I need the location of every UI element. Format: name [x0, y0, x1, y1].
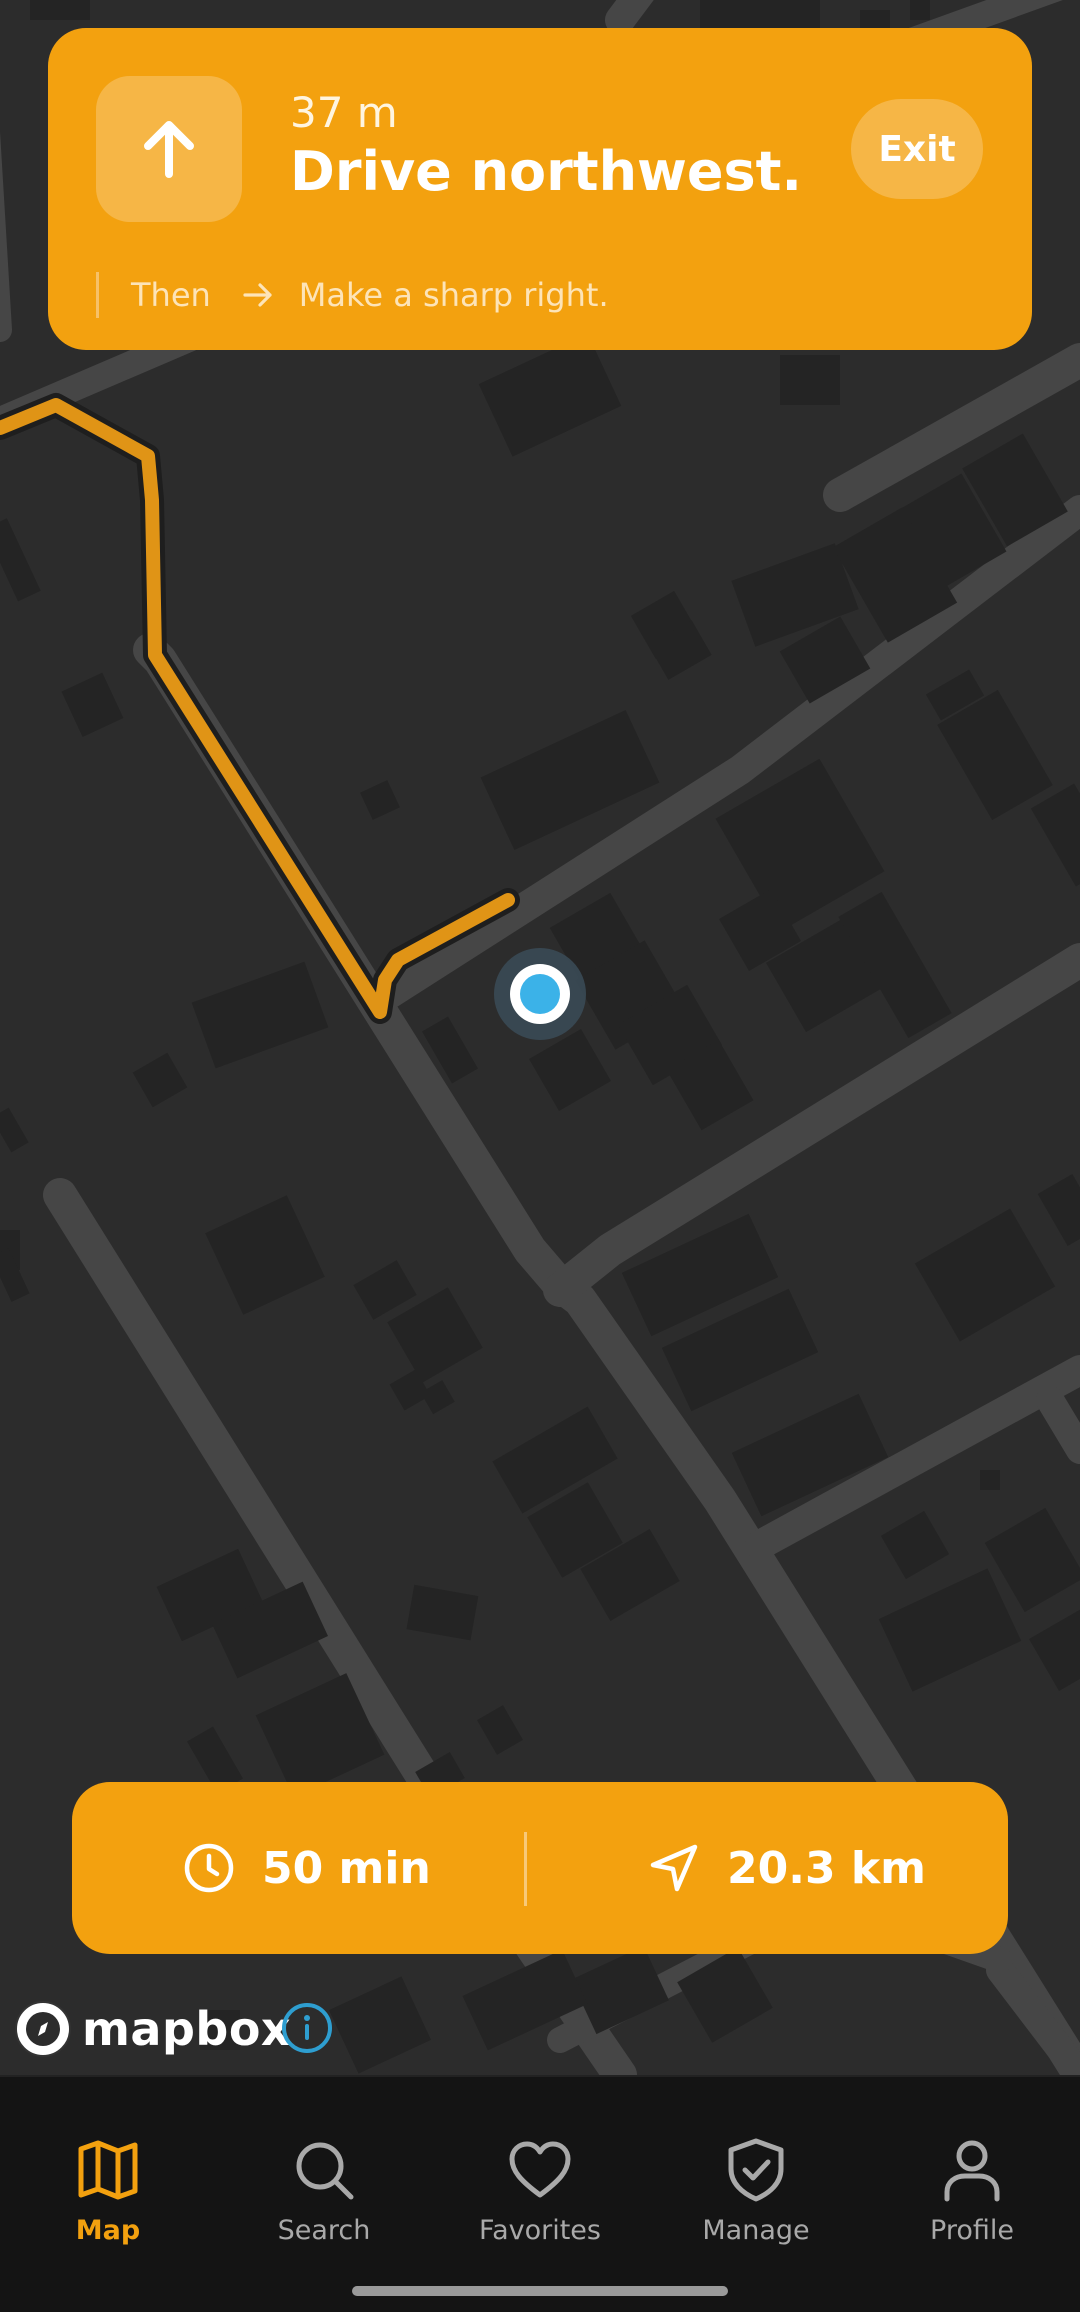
- turn-instruction-card: 37 m Drive northwest. Exit Then Make a s…: [48, 28, 1032, 350]
- next-instruction: Make a sharp right.: [298, 276, 609, 314]
- then-divider: [96, 272, 99, 318]
- trip-summary-card: 50 min 20.3 km: [72, 1782, 1008, 1954]
- arrow-up-icon: [144, 121, 194, 178]
- trip-distance-value: 20.3 km: [727, 1842, 926, 1894]
- stats-divider: [524, 1832, 527, 1906]
- then-label: Then: [131, 276, 211, 314]
- mapbox-logo: mapbox: [14, 2000, 291, 2058]
- home-indicator[interactable]: [352, 2286, 728, 2296]
- trip-duration-value: 50 min: [262, 1842, 431, 1894]
- navigation-screen: 37 m Drive northwest. Exit Then Make a s…: [0, 0, 1080, 2312]
- trip-distance: 20.3 km: [647, 1782, 926, 1954]
- search-icon: [296, 2142, 354, 2200]
- mapbox-logo-icon: [15, 2001, 71, 2057]
- mapbox-wordmark: mapbox: [82, 2002, 292, 2056]
- exit-navigation-button[interactable]: Exit: [851, 99, 983, 199]
- nav-tab-profile[interactable]: Profile: [872, 2137, 1072, 2246]
- nav-tab-manage[interactable]: Manage: [656, 2137, 856, 2246]
- arrow-right-icon: [241, 278, 275, 312]
- map-icon: [78, 2140, 138, 2200]
- current-location-marker: [494, 948, 586, 1040]
- maneuver-distance: 37 m: [290, 88, 398, 137]
- nav-tab-profile-label: Profile: [930, 2215, 1014, 2246]
- trip-duration: 50 min: [182, 1782, 431, 1954]
- navigation-arrow-icon: [647, 1841, 701, 1895]
- heart-icon: [509, 2141, 571, 2198]
- nav-tab-map[interactable]: Map: [8, 2137, 208, 2246]
- shield-check-icon: [728, 2138, 784, 2202]
- attribution-info-button[interactable]: [280, 2001, 334, 2055]
- nav-tab-favorites[interactable]: Favorites: [440, 2137, 640, 2246]
- nav-tab-search-label: Search: [277, 2215, 371, 2246]
- person-icon: [944, 2140, 1000, 2202]
- maneuver-indicator: [96, 76, 242, 222]
- info-icon: [282, 2003, 332, 2053]
- nav-tab-favorites-label: Favorites: [479, 2215, 601, 2246]
- next-maneuver-row: Then Make a sharp right.: [96, 270, 609, 320]
- bottom-navigation-bar: Map Search Favorites Manage Profile: [0, 2075, 1080, 2312]
- nav-tab-search[interactable]: Search: [224, 2137, 424, 2246]
- clock-icon: [182, 1841, 236, 1895]
- nav-tab-manage-label: Manage: [702, 2215, 810, 2246]
- maneuver-instruction: Drive northwest.: [290, 140, 802, 203]
- nav-tab-map-label: Map: [75, 2215, 141, 2246]
